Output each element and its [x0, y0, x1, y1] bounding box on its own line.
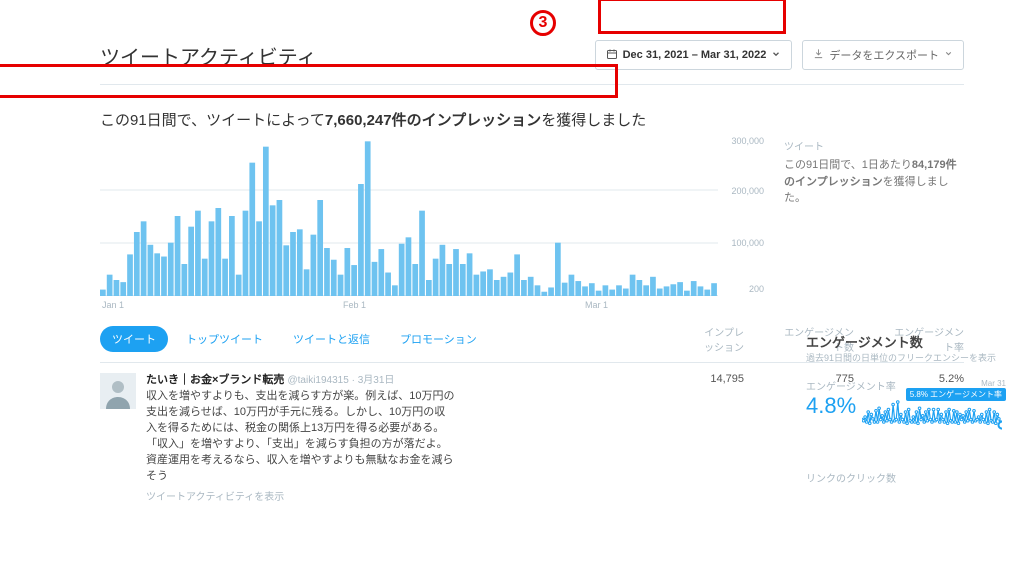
y-tick: 300,000 [731, 136, 764, 146]
engagement-sub: 過去91日間の日単位のフリークエンシーを表示 [806, 351, 1006, 364]
tab-top-tweets[interactable]: トップツイート [174, 326, 275, 352]
engagement-panel: エンゲージメント数 過去91日間の日単位のフリークエンシーを表示 エンゲージメン… [806, 332, 1006, 485]
calendar-icon [606, 48, 618, 63]
tab-replies[interactable]: ツイートと返信 [281, 326, 382, 352]
tweet-text: 収入を増やすよりも、支出を減らす方が楽。例えば、10万円の支出を減らせば、10万… [146, 389, 456, 485]
tweet-activity-link[interactable]: ツイートアクティビティを表示 [146, 491, 456, 506]
tweet-username: たいき｜お金×ブランド転売 [146, 374, 284, 386]
tweet-impressions: 14,795 [674, 373, 744, 505]
engagement-rate-value: 4.8% [806, 393, 856, 419]
link-clicks-label: リンクのクリック数 [806, 470, 1006, 485]
y-tick: 200,000 [731, 186, 764, 196]
download-icon [813, 48, 824, 62]
chevron-down-icon [771, 49, 781, 62]
tab-tweets[interactable]: ツイート [100, 326, 168, 352]
y-tick: 200 [749, 284, 764, 294]
tab-promo[interactable]: プロモーション [388, 326, 489, 352]
tweet-handle: @taiki194315 · 3月31日 [288, 375, 395, 386]
export-button[interactable]: データをエクスポート [802, 40, 964, 70]
impressions-chart[interactable] [100, 136, 718, 296]
y-tick: 100,000 [731, 238, 764, 248]
annotation-3: 3 [530, 10, 556, 36]
annotation-box-3 [598, 0, 786, 34]
avatar [100, 373, 136, 409]
x-tick: Mar 1 [585, 300, 608, 310]
x-tick: Jan 1 [102, 300, 124, 310]
daily-impressions-note: ツイート この91日間で、1日あたり84,179件のインプレッションを獲得しまし… [784, 136, 964, 310]
date-range-button[interactable]: Dec 31, 2021 – Mar 31, 2022 [595, 40, 793, 70]
x-tick: Feb 1 [343, 300, 366, 310]
engagement-sparkline[interactable] [862, 397, 1002, 447]
engagement-title: エンゲージメント数 [806, 332, 1006, 351]
col-impressions: インプレッション [698, 324, 744, 354]
export-label: データをエクスポート [829, 47, 939, 63]
annotation-box-4 [0, 64, 618, 98]
date-range-text: Dec 31, 2021 – Mar 31, 2022 [623, 49, 767, 61]
spark-tooltip: Mar 31 5.8% エンゲージメント率 [906, 379, 1006, 401]
chevron-down-icon [944, 49, 953, 61]
